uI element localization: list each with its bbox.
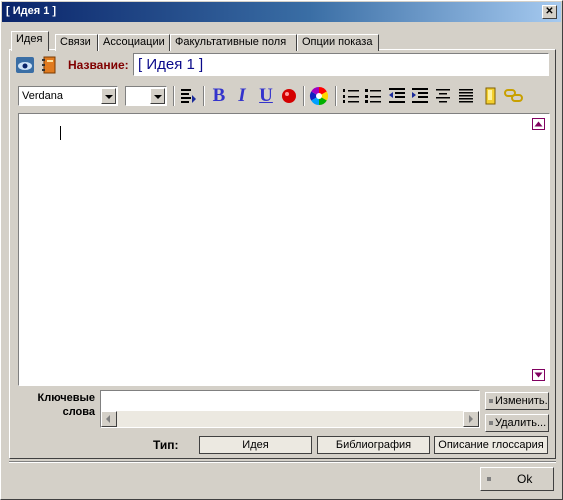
toolbar-separator bbox=[303, 86, 305, 106]
type-bibliography-button[interactable]: Библиография bbox=[317, 436, 430, 454]
font-size-select[interactable] bbox=[125, 86, 167, 106]
type-label: Тип: bbox=[153, 438, 179, 452]
delete-keywords-button[interactable]: Удалить... bbox=[485, 414, 549, 432]
button-label: Изменить... bbox=[495, 395, 549, 407]
tab-label: Связи bbox=[60, 36, 91, 48]
toolbar-separator bbox=[203, 86, 205, 106]
bullet-icon bbox=[487, 477, 491, 481]
tab-label: Опции показа bbox=[302, 36, 373, 48]
indent-icon bbox=[412, 88, 428, 103]
bullet-icon bbox=[489, 421, 493, 426]
title-bar[interactable]: [ Идея 1 ] ✕ bbox=[2, 2, 561, 22]
idea-dialog: [ Идея 1 ] ✕ Идея Связи Ассоциации Факул… bbox=[0, 0, 563, 500]
close-button[interactable]: ✕ bbox=[542, 5, 557, 19]
ok-label: Ok bbox=[517, 472, 533, 486]
ok-button[interactable]: Ok bbox=[480, 467, 554, 491]
tab-label: Идея bbox=[16, 33, 43, 45]
insert-page-button[interactable] bbox=[479, 85, 501, 107]
scroll-down-icon[interactable] bbox=[532, 369, 545, 381]
tab-idea[interactable]: Идея bbox=[11, 31, 49, 51]
numbered-list-icon bbox=[343, 89, 359, 103]
tab-associations[interactable]: Ассоциации bbox=[98, 34, 170, 51]
type-idea-button[interactable]: Идея bbox=[199, 436, 312, 454]
close-icon: ✕ bbox=[545, 6, 554, 17]
bullet-icon bbox=[489, 399, 493, 404]
insert-page-icon bbox=[485, 87, 496, 105]
footer-divider bbox=[9, 461, 556, 463]
align-center-button[interactable] bbox=[432, 85, 454, 107]
name-row: Название: [ Идея 1 ] bbox=[15, 53, 551, 77]
outdent-button[interactable] bbox=[386, 85, 408, 107]
toolbar-separator bbox=[173, 86, 175, 106]
underline-button[interactable]: U bbox=[255, 85, 277, 107]
type-glossary-button[interactable]: Описание глоссария bbox=[434, 436, 548, 454]
align-center-icon bbox=[436, 89, 450, 103]
tab-stop-icon bbox=[181, 89, 196, 103]
scroll-left-icon[interactable] bbox=[101, 411, 117, 427]
name-label: Название: bbox=[68, 58, 129, 72]
tab-optional-fields[interactable]: Факультативные поля bbox=[170, 34, 297, 51]
eye-icon[interactable] bbox=[15, 56, 35, 74]
keywords-scrollbar[interactable] bbox=[101, 411, 479, 427]
font-family-value: Verdana bbox=[22, 90, 63, 102]
color-button[interactable] bbox=[308, 85, 330, 107]
tab-display-options[interactable]: Опции показа bbox=[297, 34, 379, 51]
button-label: Удалить... bbox=[495, 417, 547, 429]
format-toolbar: Verdana B I U bbox=[15, 84, 551, 108]
align-justify-icon bbox=[459, 89, 473, 103]
chevron-down-icon[interactable] bbox=[150, 88, 165, 104]
indent-button[interactable] bbox=[409, 85, 431, 107]
bold-button[interactable]: B bbox=[208, 85, 230, 107]
chain-link-icon bbox=[504, 89, 523, 102]
edit-keywords-button[interactable]: Изменить... bbox=[485, 392, 549, 410]
scroll-up-icon[interactable] bbox=[532, 118, 545, 130]
bullet-list-button[interactable] bbox=[362, 85, 384, 107]
tab-links[interactable]: Связи bbox=[55, 34, 98, 51]
italic-button[interactable]: I bbox=[231, 85, 253, 107]
red-ball-icon bbox=[282, 89, 296, 103]
description-editor[interactable] bbox=[18, 113, 550, 386]
outdent-icon bbox=[389, 88, 405, 103]
keywords-label: Ключевые слова bbox=[37, 392, 95, 418]
tab-stop-button[interactable] bbox=[177, 85, 199, 107]
highlight-button[interactable] bbox=[278, 85, 300, 107]
scroll-right-icon[interactable] bbox=[463, 411, 479, 427]
link-button[interactable] bbox=[503, 85, 525, 107]
color-wheel-icon bbox=[309, 87, 329, 105]
align-justify-button[interactable] bbox=[455, 85, 477, 107]
chevron-down-icon[interactable] bbox=[101, 88, 116, 104]
toolbar-separator bbox=[335, 86, 337, 106]
tab-label: Факультативные поля bbox=[175, 36, 287, 48]
tab-label: Ассоциации bbox=[103, 36, 165, 48]
name-input[interactable]: [ Идея 1 ] bbox=[133, 53, 549, 76]
window-title: [ Идея 1 ] bbox=[6, 5, 57, 17]
notebook-icon[interactable] bbox=[41, 56, 57, 74]
numbered-list-button[interactable] bbox=[340, 85, 362, 107]
keywords-field[interactable] bbox=[100, 390, 480, 428]
bullet-list-icon bbox=[365, 89, 381, 103]
font-family-select[interactable]: Verdana bbox=[18, 86, 118, 106]
text-caret bbox=[60, 126, 61, 140]
